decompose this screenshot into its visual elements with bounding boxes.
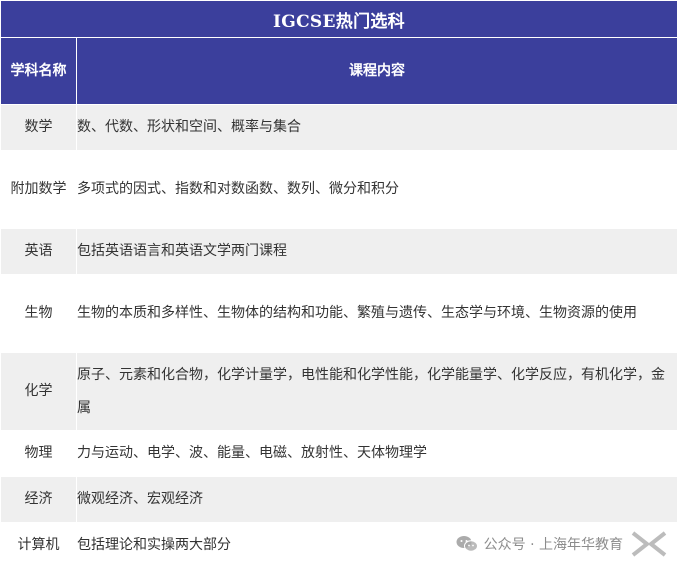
content-math: 数、代数、形状和空间、概率与集合 — [77, 105, 677, 151]
subject-chemistry: 化学 — [1, 353, 77, 431]
igcse-subjects-table: IGCSE热门选科 学科名称 课程内容 数学 数、代数、形状和空间、概率与集合 … — [0, 0, 677, 569]
content-economics: 微观经济、宏观经济 — [77, 477, 677, 523]
content-biology: 生物的本质和多样性、生物体的结构和功能、繁殖与遗传、生态学与环境、生物资源的使用 — [77, 275, 677, 353]
content-physics: 力与运动、电学、波、能量、电磁、放射性、天体物理学 — [77, 431, 677, 477]
header-subject: 学科名称 — [1, 38, 77, 105]
subject-english: 英语 — [1, 229, 77, 275]
subject-computer: 计算机 — [1, 523, 77, 569]
subject-physics: 物理 — [1, 431, 77, 477]
xnew-logo-icon — [629, 529, 669, 559]
table-title: IGCSE热门选科 — [1, 1, 677, 38]
content-additional-math: 多项式的因式、指数和对数函数、数列、微分和积分 — [77, 151, 677, 229]
subject-economics: 经济 — [1, 477, 77, 523]
content-english: 包括英语语言和英语文学两门课程 — [77, 229, 677, 275]
watermark-text: 公众号 · 上海年华教育 — [484, 534, 623, 554]
wechat-icon — [456, 535, 478, 553]
content-chemistry: 原子、元素和化合物，化学计量学，电性能和化学性能，化学能量学、化学反应，有机化学… — [77, 353, 677, 431]
subject-biology: 生物 — [1, 275, 77, 353]
watermark: 公众号 · 上海年华教育 — [456, 529, 669, 559]
subject-additional-math: 附加数学 — [1, 151, 77, 229]
header-content: 课程内容 — [77, 38, 677, 105]
subject-math: 数学 — [1, 105, 77, 151]
